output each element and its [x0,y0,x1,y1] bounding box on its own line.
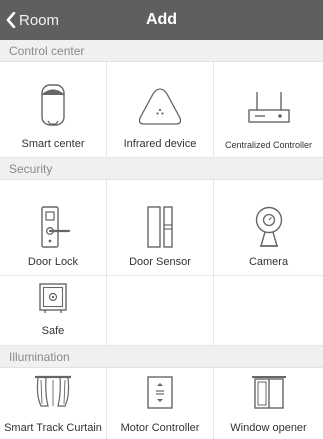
empty-cell [214,276,323,346]
device-safe[interactable]: Safe [0,276,107,346]
smart-hub-icon [0,80,106,130]
device-smart-center[interactable]: Smart center [0,62,107,158]
device-centralized-controller[interactable]: Centralized Controller [214,62,323,158]
section-header-illumination: Illumination [0,346,323,368]
device-label: Smart center [21,138,85,150]
device-motor-controller[interactable]: Motor Controller [107,368,214,439]
door-lock-icon [0,204,106,250]
section-header-control-center: Control center [0,40,323,62]
safe-icon [0,282,106,316]
motor-controller-icon [107,374,213,412]
device-window-opener[interactable]: Window opener [214,368,323,439]
device-label: Camera [248,256,289,268]
infrared-device-icon [107,86,213,128]
back-button[interactable]: Room [6,0,59,40]
device-door-sensor[interactable]: Door Sensor [107,180,214,276]
device-label: Motor Controller [120,422,200,434]
device-camera[interactable]: Camera [214,180,323,276]
nav-bar: Room Add [0,0,323,40]
curtain-icon [0,374,106,412]
device-infrared[interactable]: Infrared device [107,62,214,158]
door-sensor-icon [107,204,213,250]
device-label: Safe [41,325,65,337]
camera-icon [214,204,323,250]
device-label: Door Lock [27,256,79,268]
device-door-lock[interactable]: Door Lock [0,180,107,276]
device-label: Door Sensor [129,256,191,268]
back-label: Room [19,11,60,29]
empty-cell [107,276,214,346]
device-label: Smart Track Curtain [4,422,102,434]
device-label: Centralized Controller [224,140,313,150]
device-label: Infrared device [123,138,197,150]
device-smart-track-curtain[interactable]: Smart Track Curtain [0,368,107,439]
chevron-left-icon [6,12,16,28]
router-icon [214,90,323,126]
window-icon [214,374,323,412]
section-header-security: Security [0,158,323,180]
device-label: Window opener [230,422,307,434]
